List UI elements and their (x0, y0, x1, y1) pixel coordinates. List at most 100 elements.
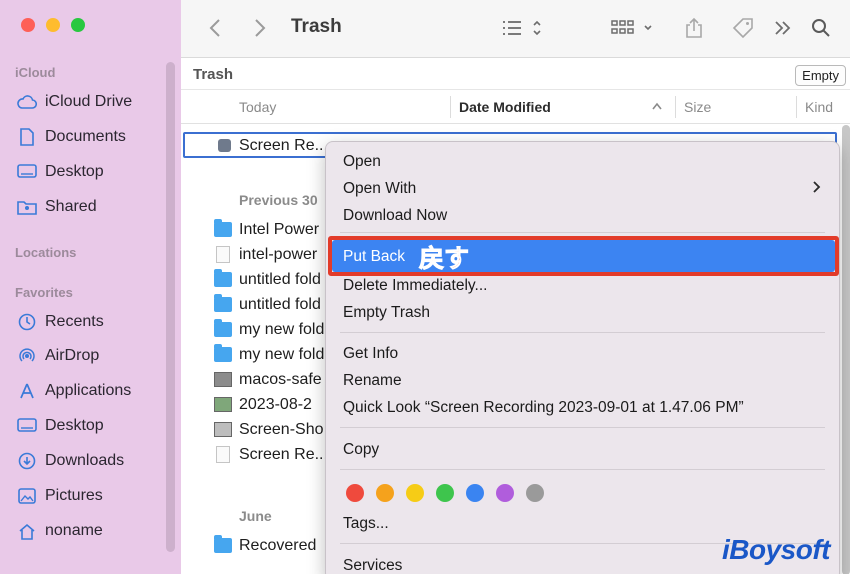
tag-orange[interactable] (376, 484, 394, 502)
sidebar-item-label: Applications (45, 382, 132, 399)
cloud-icon (16, 92, 38, 112)
file-name: untitled fold (239, 270, 321, 288)
minimize-window-button[interactable] (46, 18, 60, 32)
forward-button[interactable] (248, 12, 272, 44)
sidebar-section-icloud: iCloud (15, 65, 56, 80)
sidebar-item-recents[interactable]: Recents (16, 309, 166, 335)
folder-icon (214, 535, 232, 553)
column-header-size[interactable]: Size (684, 99, 711, 115)
shared-folder-icon (16, 197, 38, 217)
sidebar-item-desktop[interactable]: Desktop (16, 413, 166, 439)
watermark-logo: iBoysoft (722, 534, 831, 565)
location-title: Trash (193, 66, 234, 83)
menu-item-tags[interactable]: Tags... (343, 515, 389, 533)
menu-item-download-now[interactable]: Download Now (343, 207, 447, 225)
folder-icon (214, 294, 232, 312)
folder-icon (214, 319, 232, 337)
desktop-icon (16, 162, 38, 182)
document-icon (216, 246, 230, 263)
column-header-name[interactable]: Today (239, 99, 276, 115)
list-view-icon (503, 20, 541, 36)
tag-red[interactable] (346, 484, 364, 502)
menu-separator (340, 332, 825, 333)
zoom-window-button[interactable] (71, 18, 85, 32)
sidebar-item-pictures[interactable]: Pictures (16, 483, 166, 509)
menu-item-open[interactable]: Open (343, 153, 381, 171)
sidebar-item-applications[interactable]: Applications (16, 378, 166, 404)
close-window-button[interactable] (21, 18, 35, 32)
group-button[interactable] (609, 12, 657, 44)
menu-item-copy[interactable]: Copy (343, 441, 379, 459)
tag-button[interactable] (729, 12, 757, 44)
highlight-annotation-box (328, 236, 839, 276)
file-name: Screen Re... (239, 136, 328, 154)
empty-trash-button[interactable]: Empty (795, 65, 846, 86)
menu-item-open-with[interactable]: Open With (343, 180, 416, 198)
chevron-right-icon (812, 180, 821, 199)
tag-yellow[interactable] (406, 484, 424, 502)
column-header-date-modified[interactable]: Date Modified (459, 99, 551, 115)
tag-blue[interactable] (466, 484, 484, 502)
more-toolbar-button[interactable] (771, 12, 795, 44)
image-icon (214, 422, 232, 437)
sidebar-scrollbar[interactable] (166, 62, 175, 552)
tag-gray[interactable] (526, 484, 544, 502)
sidebar-item-icloud-drive[interactable]: iCloud Drive (16, 89, 166, 115)
file-name: Screen-Sho (239, 420, 324, 438)
group-header-previous-30: Previous 30 (239, 192, 318, 208)
sidebar-item-desktop-icloud[interactable]: Desktop (16, 159, 166, 185)
sidebar-item-label: Documents (45, 128, 126, 145)
applications-icon (16, 381, 38, 401)
file-name: Intel Power (239, 220, 320, 238)
menu-item-delete-immediately[interactable]: Delete Immediately... (343, 277, 487, 295)
sidebar-item-label: noname (45, 522, 103, 539)
column-divider[interactable] (675, 96, 676, 118)
menu-item-services[interactable]: Services (343, 557, 402, 574)
share-button[interactable] (681, 12, 707, 44)
trash-header-bar: Trash Empty (181, 58, 850, 90)
folder-icon (214, 219, 232, 237)
column-header-kind[interactable]: Kind (805, 99, 833, 115)
chevron-left-icon (209, 19, 220, 37)
tag-purple[interactable] (496, 484, 514, 502)
sidebar-item-label: AirDrop (45, 347, 100, 364)
more-icon (775, 21, 791, 35)
sidebar-item-label: Downloads (45, 452, 125, 469)
sidebar-item-shared[interactable]: Shared (16, 194, 166, 220)
sidebar-item-downloads[interactable]: Downloads (16, 448, 166, 474)
window-title: Trash (291, 16, 342, 37)
file-name: macos-safe (239, 370, 322, 388)
pictures-icon (16, 486, 38, 506)
view-options-button[interactable] (499, 12, 547, 44)
group-header-june: June (239, 508, 272, 524)
column-divider[interactable] (450, 96, 451, 118)
tag-green[interactable] (436, 484, 454, 502)
airdrop-icon (16, 346, 38, 366)
context-menu: Open Open With Download Now Put Back 戻す … (325, 141, 840, 574)
file-list-scrollbar[interactable] (842, 125, 850, 574)
file-name: Screen Re... (239, 445, 328, 463)
document-icon (216, 446, 230, 463)
sidebar-item-documents[interactable]: Documents (16, 124, 166, 150)
sidebar-item-label: Desktop (45, 163, 104, 180)
sidebar-item-label: Pictures (45, 487, 103, 504)
file-name: 2023-08-2 (239, 395, 312, 413)
search-button[interactable] (808, 12, 834, 44)
sidebar-item-noname[interactable]: noname (16, 518, 166, 544)
menu-item-get-info[interactable]: Get Info (343, 345, 398, 363)
sidebar-item-airdrop[interactable]: AirDrop (16, 343, 166, 369)
menu-item-quick-look[interactable]: Quick Look “Screen Recording 2023-09-01 … (343, 399, 744, 417)
menu-item-empty-trash[interactable]: Empty Trash (343, 304, 430, 322)
chevron-right-icon (255, 19, 266, 37)
image-icon (214, 397, 232, 412)
back-button[interactable] (203, 12, 227, 44)
file-name: intel-power (239, 245, 318, 263)
document-icon (16, 127, 38, 147)
sidebar: iCloud iCloud Drive Documents Desktop Sh… (0, 0, 181, 574)
image-icon (214, 372, 232, 387)
sort-ascending-icon (651, 99, 663, 114)
menu-item-rename[interactable]: Rename (343, 372, 402, 390)
sidebar-item-label: Recents (45, 313, 104, 330)
column-divider[interactable] (796, 96, 797, 118)
column-header-row: Today Date Modified Size Kind (181, 90, 850, 124)
